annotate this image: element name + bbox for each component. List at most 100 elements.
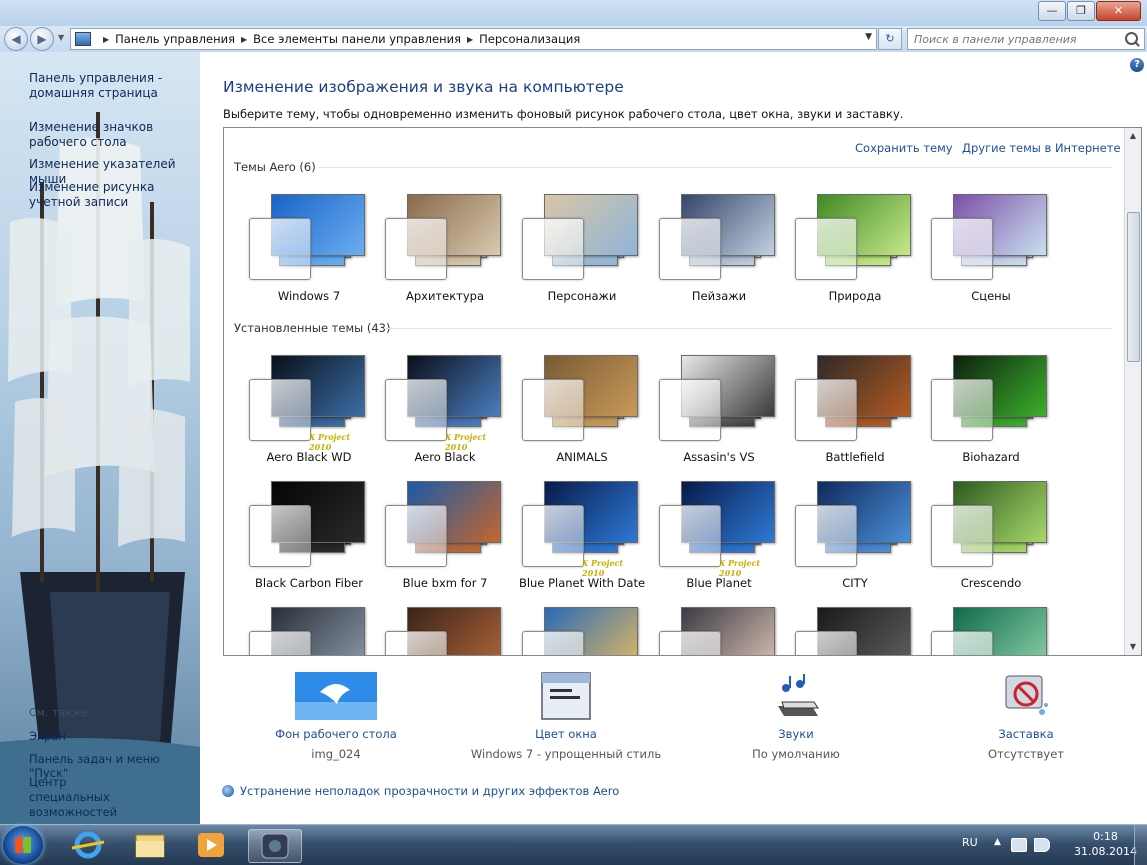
installed-theme-tile[interactable]: Crescendo	[916, 481, 1047, 611]
theme-preview	[243, 481, 371, 571]
refresh-button[interactable]: ↻	[878, 28, 902, 50]
installed-theme-tile[interactable]: ANIMALS	[507, 355, 638, 485]
installed-theme-tile[interactable]	[644, 607, 775, 655]
scroll-up-arrow-icon[interactable]: ▲	[1125, 128, 1141, 144]
theme-preview	[653, 607, 781, 655]
control-panel-taskbar-icon[interactable]	[248, 829, 302, 863]
screen-saver-label[interactable]: Заставка	[926, 727, 1126, 741]
theme-name: Windows 7	[277, 289, 341, 303]
chevron-down-icon[interactable]: ▼	[865, 32, 872, 42]
address-bar[interactable]: ▶ Панель управления ▶ Все элементы панел…	[70, 28, 877, 50]
theme-preview	[243, 607, 371, 655]
show-desktop-button[interactable]	[1134, 825, 1147, 865]
installed-theme-tile[interactable]: Battlefield	[780, 355, 911, 485]
desktop-background-label[interactable]: Фон рабочего стола	[236, 727, 436, 741]
address-row: ◀ ▶ ▼ ▶ Панель управления ▶ Все элементы…	[0, 26, 1147, 52]
installed-theme-tile[interactable]: X Project 2010 Aero Black WD	[234, 355, 365, 485]
close-button[interactable]: ✕	[1096, 1, 1141, 21]
aero-theme-tile[interactable]: Сцены	[916, 194, 1047, 324]
see-also-title: См. также	[29, 706, 89, 719]
other-themes-link[interactable]: Другие темы в Интернете	[962, 141, 1121, 155]
installed-theme-tile[interactable]: X Project 2010 Blue Planet	[644, 481, 775, 611]
theme-name: ANIMALS	[556, 450, 608, 464]
sounds-label[interactable]: Звуки	[696, 727, 896, 741]
breadcrumb-control-panel[interactable]: Панель управления	[115, 32, 235, 46]
installed-theme-tile[interactable]	[916, 607, 1047, 655]
screen-saver-setting[interactable]: Заставка Отсутствует	[926, 672, 1126, 761]
back-button[interactable]: ◀	[4, 27, 28, 51]
installed-theme-tile[interactable]: Biohazard	[916, 355, 1047, 485]
see-also-ease-of-access[interactable]: Центр специальных возможностей	[29, 775, 149, 820]
theme-preview	[789, 355, 917, 445]
explorer-taskbar-icon[interactable]	[124, 829, 176, 861]
breadcrumb-personalization[interactable]: Персонализация	[479, 32, 580, 46]
installed-theme-tile[interactable]: CITY	[780, 481, 911, 611]
sidebar-link-account-picture[interactable]: Изменение рисунка учетной записи	[29, 180, 199, 210]
scroll-down-arrow-icon[interactable]: ▼	[1125, 639, 1141, 655]
theme-name: Assasin's VS	[683, 450, 755, 464]
preview-window-glass	[795, 505, 857, 567]
maximize-button[interactable]: ❐	[1067, 1, 1095, 21]
sidebar-link-control-panel-home[interactable]: Панель управления - домашняя страница	[29, 71, 199, 101]
clock[interactable]: 0:18 31.08.2014	[1074, 829, 1137, 859]
installed-theme-tile[interactable]	[370, 607, 501, 655]
desktop-background-value: img_024	[311, 747, 361, 761]
installed-theme-tile[interactable]: Blue bxm for 7	[370, 481, 501, 611]
section-divider	[384, 328, 1112, 329]
x-project-watermark: X Project 2010	[445, 432, 487, 452]
recent-pages-dropdown[interactable]: ▼	[58, 33, 64, 42]
themes-scrollbar[interactable]: ▲ ▼	[1124, 128, 1141, 655]
preview-window-glass	[795, 631, 857, 655]
minimize-button[interactable]: —	[1038, 1, 1066, 21]
installed-theme-tile[interactable]: Black Carbon Fiber	[234, 481, 365, 611]
installed-theme-tile[interactable]	[234, 607, 365, 655]
save-theme-link[interactable]: Сохранить тему	[855, 141, 953, 155]
sounds-value: По умолчанию	[752, 747, 840, 761]
sounds-setting[interactable]: Звуки По умолчанию	[696, 672, 896, 761]
installed-theme-tile[interactable]: X Project 2010 Blue Planet With Date	[507, 481, 645, 611]
aero-theme-tile[interactable]: Пейзажи	[644, 194, 775, 324]
internet-explorer-taskbar-icon[interactable]	[62, 829, 114, 861]
theme-preview	[516, 355, 644, 445]
aero-theme-tile[interactable]: Персонажи	[507, 194, 638, 324]
window-color-label[interactable]: Цвет окна	[466, 727, 666, 741]
aero-theme-tile[interactable]: Природа	[780, 194, 911, 324]
chevron-right-icon[interactable]: ▶	[103, 35, 109, 44]
search-icon[interactable]	[1125, 32, 1138, 45]
theme-name: Blue bxm for 7	[402, 576, 488, 590]
forward-button[interactable]: ▶	[30, 27, 54, 51]
show-hidden-icons-icon[interactable]: ▲	[994, 837, 1001, 847]
sidebar-link-desktop-icons[interactable]: Изменение значков рабочего стола	[29, 120, 199, 150]
theme-name: Сцены	[971, 289, 1011, 303]
preview-window-glass	[931, 631, 993, 655]
installed-theme-tile[interactable]	[780, 607, 911, 655]
aero-troubleshoot-link[interactable]: Устранение неполадок прозрачности и друг…	[222, 784, 619, 798]
preview-window-glass	[931, 218, 993, 280]
installed-theme-tile[interactable]	[507, 607, 638, 655]
network-icon[interactable]	[1011, 838, 1027, 852]
installed-theme-tile[interactable]: Assasin's VS	[644, 355, 775, 485]
aero-troubleshoot-label[interactable]: Устранение неполадок прозрачности и друг…	[240, 784, 619, 798]
theme-preview	[789, 607, 917, 655]
volume-icon[interactable]	[1034, 838, 1050, 852]
desktop-background-setting[interactable]: Фон рабочего стола img_024	[236, 672, 436, 761]
preview-window-glass	[522, 379, 584, 441]
theme-preview	[789, 194, 917, 284]
media-player-taskbar-icon[interactable]	[186, 829, 238, 861]
start-button[interactable]	[3, 826, 43, 864]
preview-window-glass	[522, 631, 584, 655]
breadcrumb-all-items[interactable]: Все элементы панели управления	[253, 32, 461, 46]
search-input[interactable]	[908, 29, 1116, 49]
window-color-setting[interactable]: Цвет окна Windows 7 - упрощенный стиль	[466, 672, 666, 761]
see-also-display[interactable]: Экран	[29, 729, 66, 743]
aero-theme-tile[interactable]: Windows 7	[234, 194, 365, 324]
chevron-right-icon[interactable]: ▶	[467, 35, 473, 44]
installed-theme-tile[interactable]: X Project 2010 Aero Black	[370, 355, 501, 485]
language-indicator[interactable]: RU	[962, 836, 978, 849]
help-icon[interactable]: ?	[1130, 58, 1144, 72]
theme-preview	[243, 194, 371, 284]
search-box[interactable]	[907, 28, 1145, 50]
chevron-right-icon[interactable]: ▶	[241, 35, 247, 44]
aero-theme-tile[interactable]: Архитектура	[370, 194, 501, 324]
scroll-thumb[interactable]	[1127, 212, 1140, 362]
